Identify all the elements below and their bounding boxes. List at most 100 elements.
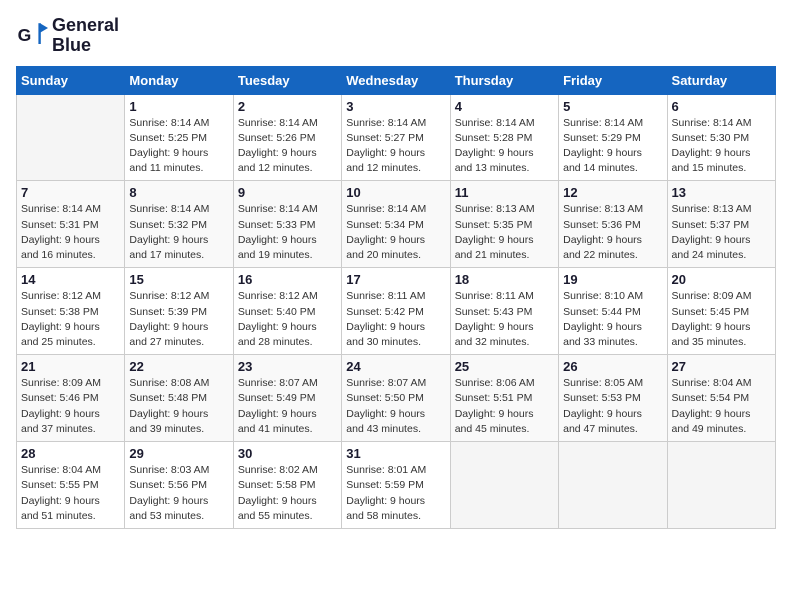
day-number: 28 — [21, 446, 120, 461]
calendar-cell: 11 Sunrise: 8:13 AM Sunset: 5:35 PM Dayli… — [450, 181, 558, 268]
day-info: Sunrise: 8:02 AM Sunset: 5:58 PM Dayligh… — [238, 463, 337, 524]
calendar-cell: 10 Sunrise: 8:14 AM Sunset: 5:34 PM Dayli… — [342, 181, 450, 268]
day-number: 10 — [346, 185, 445, 200]
calendar-cell: 22 Sunrise: 8:08 AM Sunset: 5:48 PM Dayli… — [125, 355, 233, 442]
day-info: Sunrise: 8:14 AM Sunset: 5:26 PM Dayligh… — [238, 116, 337, 177]
calendar-week-row: 7 Sunrise: 8:14 AM Sunset: 5:31 PM Daylig… — [17, 181, 776, 268]
logo-icon: G — [16, 20, 48, 52]
day-number: 22 — [129, 359, 228, 374]
day-number: 4 — [455, 99, 554, 114]
calendar-cell — [559, 442, 667, 529]
day-info: Sunrise: 8:12 AM Sunset: 5:38 PM Dayligh… — [21, 289, 120, 350]
day-number: 1 — [129, 99, 228, 114]
day-info: Sunrise: 8:09 AM Sunset: 5:45 PM Dayligh… — [672, 289, 771, 350]
day-info: Sunrise: 8:04 AM Sunset: 5:55 PM Dayligh… — [21, 463, 120, 524]
day-info: Sunrise: 8:12 AM Sunset: 5:40 PM Dayligh… — [238, 289, 337, 350]
calendar-cell: 5 Sunrise: 8:14 AM Sunset: 5:29 PM Daylig… — [559, 94, 667, 181]
weekday-header: Monday — [125, 66, 233, 94]
calendar-cell: 4 Sunrise: 8:14 AM Sunset: 5:28 PM Daylig… — [450, 94, 558, 181]
day-number: 17 — [346, 272, 445, 287]
calendar-cell: 8Sunrise: 8:14 AM Sunset: 5:32 PM Daylig… — [125, 181, 233, 268]
day-info: Sunrise: 8:14 AM Sunset: 5:34 PM Dayligh… — [346, 202, 445, 263]
day-info: Sunrise: 8:01 AM Sunset: 5:59 PM Dayligh… — [346, 463, 445, 524]
day-number: 30 — [238, 446, 337, 461]
calendar-cell: 19 Sunrise: 8:10 AM Sunset: 5:44 PM Dayli… — [559, 268, 667, 355]
day-number: 11 — [455, 185, 554, 200]
day-info: Sunrise: 8:14 AM Sunset: 5:32 PM Dayligh… — [129, 202, 228, 263]
day-info: Sunrise: 8:14 AM Sunset: 5:27 PM Dayligh… — [346, 116, 445, 177]
weekday-header: Tuesday — [233, 66, 341, 94]
day-number: 14 — [21, 272, 120, 287]
header-row: SundayMondayTuesdayWednesdayThursdayFrid… — [17, 66, 776, 94]
day-info: Sunrise: 8:14 AM Sunset: 5:29 PM Dayligh… — [563, 116, 662, 177]
day-info: Sunrise: 8:14 AM Sunset: 5:31 PM Dayligh… — [21, 202, 120, 263]
day-info: Sunrise: 8:03 AM Sunset: 5:56 PM Dayligh… — [129, 463, 228, 524]
weekday-header: Friday — [559, 66, 667, 94]
calendar-cell: 6Sunrise: 8:14 AM Sunset: 5:30 PM Daylig… — [667, 94, 775, 181]
day-info: Sunrise: 8:13 AM Sunset: 5:36 PM Dayligh… — [563, 202, 662, 263]
calendar-cell: 27 Sunrise: 8:04 AM Sunset: 5:54 PM Dayli… — [667, 355, 775, 442]
logo: G General Blue — [16, 16, 119, 56]
day-info: Sunrise: 8:14 AM Sunset: 5:28 PM Dayligh… — [455, 116, 554, 177]
calendar-cell: 15Sunrise: 8:12 AM Sunset: 5:39 PM Dayli… — [125, 268, 233, 355]
calendar-cell: 17Sunrise: 8:11 AM Sunset: 5:42 PM Dayli… — [342, 268, 450, 355]
day-number: 16 — [238, 272, 337, 287]
calendar-cell — [450, 442, 558, 529]
calendar-cell: 13Sunrise: 8:13 AM Sunset: 5:37 PM Dayli… — [667, 181, 775, 268]
day-number: 9 — [238, 185, 337, 200]
calendar-cell: 1 Sunrise: 8:14 AM Sunset: 5:25 PM Daylig… — [125, 94, 233, 181]
day-info: Sunrise: 8:11 AM Sunset: 5:43 PM Dayligh… — [455, 289, 554, 350]
day-info: Sunrise: 8:07 AM Sunset: 5:49 PM Dayligh… — [238, 376, 337, 437]
calendar-cell: 18 Sunrise: 8:11 AM Sunset: 5:43 PM Dayli… — [450, 268, 558, 355]
calendar-cell: 9Sunrise: 8:14 AM Sunset: 5:33 PM Daylig… — [233, 181, 341, 268]
calendar-cell: 14 Sunrise: 8:12 AM Sunset: 5:38 PM Dayli… — [17, 268, 125, 355]
day-info: Sunrise: 8:09 AM Sunset: 5:46 PM Dayligh… — [21, 376, 120, 437]
calendar-cell — [667, 442, 775, 529]
day-info: Sunrise: 8:13 AM Sunset: 5:35 PM Dayligh… — [455, 202, 554, 263]
calendar-week-row: 21 Sunrise: 8:09 AM Sunset: 5:46 PM Dayli… — [17, 355, 776, 442]
calendar-cell: 24Sunrise: 8:07 AM Sunset: 5:50 PM Dayli… — [342, 355, 450, 442]
day-number: 31 — [346, 446, 445, 461]
calendar-cell: 31 Sunrise: 8:01 AM Sunset: 5:59 PM Dayli… — [342, 442, 450, 529]
day-number: 12 — [563, 185, 662, 200]
day-info: Sunrise: 8:06 AM Sunset: 5:51 PM Dayligh… — [455, 376, 554, 437]
day-info: Sunrise: 8:10 AM Sunset: 5:44 PM Dayligh… — [563, 289, 662, 350]
day-info: Sunrise: 8:12 AM Sunset: 5:39 PM Dayligh… — [129, 289, 228, 350]
day-info: Sunrise: 8:08 AM Sunset: 5:48 PM Dayligh… — [129, 376, 228, 437]
calendar-cell: 21 Sunrise: 8:09 AM Sunset: 5:46 PM Dayli… — [17, 355, 125, 442]
calendar-cell: 7 Sunrise: 8:14 AM Sunset: 5:31 PM Daylig… — [17, 181, 125, 268]
calendar-week-row: 28 Sunrise: 8:04 AM Sunset: 5:55 PM Dayli… — [17, 442, 776, 529]
calendar-cell — [17, 94, 125, 181]
day-number: 3 — [346, 99, 445, 114]
day-number: 23 — [238, 359, 337, 374]
calendar-week-row: 14 Sunrise: 8:12 AM Sunset: 5:38 PM Dayli… — [17, 268, 776, 355]
day-number: 19 — [563, 272, 662, 287]
day-number: 24 — [346, 359, 445, 374]
day-info: Sunrise: 8:04 AM Sunset: 5:54 PM Dayligh… — [672, 376, 771, 437]
calendar-cell: 23 Sunrise: 8:07 AM Sunset: 5:49 PM Dayli… — [233, 355, 341, 442]
day-number: 5 — [563, 99, 662, 114]
day-number: 21 — [21, 359, 120, 374]
day-number: 29 — [129, 446, 228, 461]
calendar-cell: 20Sunrise: 8:09 AM Sunset: 5:45 PM Dayli… — [667, 268, 775, 355]
logo-text: General Blue — [52, 16, 119, 56]
calendar-cell: 30 Sunrise: 8:02 AM Sunset: 5:58 PM Dayli… — [233, 442, 341, 529]
svg-text:G: G — [18, 25, 32, 45]
day-number: 27 — [672, 359, 771, 374]
weekday-header: Saturday — [667, 66, 775, 94]
weekday-header: Sunday — [17, 66, 125, 94]
day-info: Sunrise: 8:05 AM Sunset: 5:53 PM Dayligh… — [563, 376, 662, 437]
header: G General Blue — [16, 16, 776, 56]
day-info: Sunrise: 8:14 AM Sunset: 5:25 PM Dayligh… — [129, 116, 228, 177]
day-number: 2 — [238, 99, 337, 114]
calendar-cell: 26 Sunrise: 8:05 AM Sunset: 5:53 PM Dayli… — [559, 355, 667, 442]
calendar-cell: 16 Sunrise: 8:12 AM Sunset: 5:40 PM Dayli… — [233, 268, 341, 355]
day-info: Sunrise: 8:14 AM Sunset: 5:30 PM Dayligh… — [672, 116, 771, 177]
calendar-week-row: 1 Sunrise: 8:14 AM Sunset: 5:25 PM Daylig… — [17, 94, 776, 181]
day-number: 7 — [21, 185, 120, 200]
day-number: 26 — [563, 359, 662, 374]
calendar-header: SundayMondayTuesdayWednesdayThursdayFrid… — [17, 66, 776, 94]
calendar-cell: 12 Sunrise: 8:13 AM Sunset: 5:36 PM Dayli… — [559, 181, 667, 268]
day-number: 13 — [672, 185, 771, 200]
day-number: 18 — [455, 272, 554, 287]
